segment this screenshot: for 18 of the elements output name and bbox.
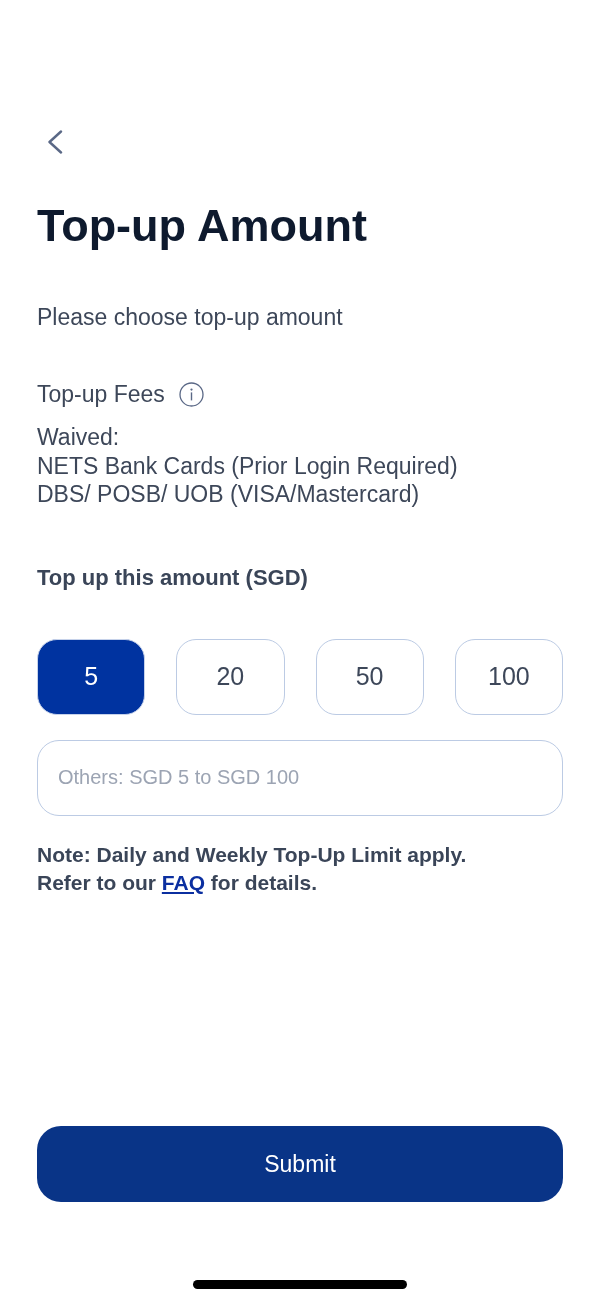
amount-option[interactable]: 5 [37, 638, 146, 715]
amount-label: Top up this amount (SGD) [37, 563, 309, 592]
submit-button[interactable]: Submit [37, 1126, 563, 1202]
amount-option[interactable]: 100 [454, 638, 563, 715]
back-chevron-icon [47, 130, 63, 154]
amount-option[interactable]: 50 [315, 638, 424, 715]
back-button[interactable] [47, 130, 63, 154]
other-amount-field[interactable]: Others: SGD 5 to SGD 100 [37, 739, 563, 816]
fee-line-text: Waived: [37, 423, 121, 452]
instruction-text: Please choose top-up amount [37, 303, 344, 331]
faq-link[interactable]: FAQ [161, 870, 205, 894]
fees-label: Top-up Fees [37, 380, 165, 408]
amount-option[interactable]: 20 [176, 638, 285, 715]
fee-line-text: DBS/ POSB/ UOB (VISA/Mastercard) [37, 480, 421, 509]
page-title: Top-up Amount [37, 200, 368, 252]
info-icon[interactable] [178, 381, 204, 407]
fee-line-text: NETS Bank Cards (Prior Login Required) [37, 451, 459, 480]
note-text: Note: Daily and Weekly Top-Up Limit apply. Refer to our FAQ for details. [37, 841, 468, 896]
